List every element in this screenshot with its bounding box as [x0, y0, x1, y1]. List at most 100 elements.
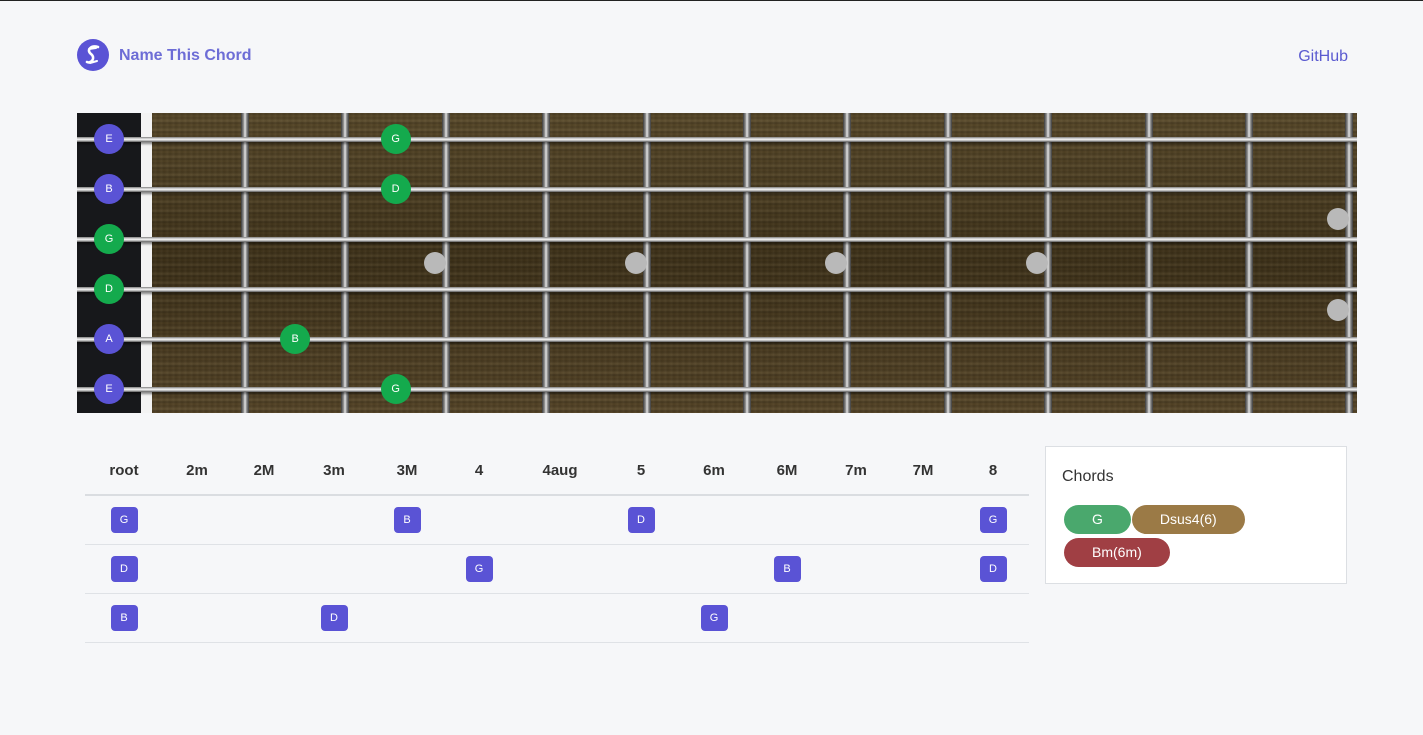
- interval-cell: [297, 495, 371, 545]
- guitar-string-1[interactable]: [77, 137, 1357, 142]
- interval-cell: [163, 593, 231, 643]
- interval-cell: [443, 593, 515, 643]
- interval-note-chip[interactable]: D: [320, 605, 348, 631]
- interval-note-chip[interactable]: B: [393, 507, 421, 533]
- interval-header: 4aug: [515, 447, 605, 496]
- interval-header: 4: [443, 447, 515, 496]
- interval-cell: [823, 593, 889, 643]
- interval-header: 5: [605, 447, 677, 496]
- open-string-note[interactable]: G: [94, 224, 124, 254]
- open-string-note[interactable]: B: [94, 174, 124, 204]
- fret-wire-4: [542, 113, 551, 413]
- interval-cell: [889, 544, 957, 594]
- interval-cell: [231, 495, 297, 545]
- interval-header: 3M: [371, 447, 443, 496]
- interval-cell: [371, 544, 443, 594]
- chords-panel: Chords G Dsus4(6) Bm(6m): [1045, 446, 1347, 584]
- fret-wire-2: [341, 113, 350, 413]
- open-string-note[interactable]: E: [94, 124, 124, 154]
- interval-cell: [677, 495, 751, 545]
- interval-row: DGBD: [85, 544, 1029, 594]
- interval-header: 6m: [677, 447, 751, 496]
- interval-header: 7M: [889, 447, 957, 496]
- interval-note-chip[interactable]: D: [979, 556, 1007, 582]
- brand-title[interactable]: Name This Chord: [119, 47, 251, 65]
- logo-icon[interactable]: [77, 39, 109, 71]
- fret-wire-1: [241, 113, 249, 413]
- interval-cell: G: [443, 544, 515, 594]
- interval-note-chip[interactable]: B: [110, 605, 138, 631]
- open-string-note[interactable]: D: [94, 274, 124, 304]
- interval-row: GBDG: [85, 495, 1029, 545]
- interval-cell: [957, 593, 1029, 643]
- interval-cell: G: [677, 593, 751, 643]
- interval-cell: G: [957, 495, 1029, 545]
- interval-cell: D: [85, 544, 163, 594]
- chord-pill[interactable]: G: [1064, 505, 1131, 534]
- github-link[interactable]: GitHub: [1298, 48, 1348, 66]
- open-string-note[interactable]: A: [94, 324, 124, 354]
- interval-note-chip[interactable]: D: [627, 507, 655, 533]
- chord-pill[interactable]: Dsus4(6): [1131, 505, 1245, 534]
- chords-title: Chords: [1062, 468, 1114, 485]
- open-string-note[interactable]: E: [94, 374, 124, 404]
- interval-cell: B: [751, 544, 823, 594]
- interval-cell: [515, 495, 605, 545]
- fretted-note[interactable]: D: [380, 174, 411, 204]
- fretted-note[interactable]: G: [380, 124, 411, 154]
- interval-cell: [751, 495, 823, 545]
- interval-row: BDG: [85, 593, 1029, 643]
- interval-cell: [163, 544, 231, 594]
- interval-cell: [371, 593, 443, 643]
- interval-cell: [605, 544, 677, 594]
- interval-cell: [297, 544, 371, 594]
- interval-header: 7m: [823, 447, 889, 496]
- interval-cell: [231, 593, 297, 643]
- interval-note-chip[interactable]: G: [110, 507, 138, 533]
- interval-cell: [751, 593, 823, 643]
- interval-cell: [823, 495, 889, 545]
- interval-cell: D: [605, 495, 677, 545]
- interval-cell: [163, 495, 231, 545]
- interval-cell: B: [85, 593, 163, 643]
- fret-wire-12: [1345, 113, 1354, 413]
- fret-wire-11: [1245, 113, 1253, 413]
- interval-cell: D: [297, 593, 371, 643]
- headstock: [77, 113, 141, 413]
- header: Name This Chord GitHub: [77, 39, 1348, 73]
- interval-cell: [231, 544, 297, 594]
- fret-wire-6: [743, 113, 751, 413]
- guitar-string-4[interactable]: [77, 287, 1357, 292]
- fret-wire-10: [1144, 113, 1153, 413]
- interval-header-row: root 2m 2M 3m 3M 4 4aug 5 6m 6M 7m 7M 8: [85, 447, 1029, 496]
- interval-cell: [677, 544, 751, 594]
- interval-header: 2M: [231, 447, 297, 496]
- guitar-string-3[interactable]: [77, 237, 1357, 242]
- fret-wire-8: [943, 113, 952, 413]
- interval-header: root: [85, 447, 163, 496]
- interval-cell: [605, 593, 677, 643]
- interval-note-chip[interactable]: G: [700, 605, 728, 631]
- interval-cell: [443, 495, 515, 545]
- guitar-string-5[interactable]: [77, 337, 1357, 342]
- interval-header: 6M: [751, 447, 823, 496]
- interval-note-chip[interactable]: G: [465, 556, 493, 582]
- guitar-string-6[interactable]: [77, 387, 1357, 392]
- guitar-fretboard[interactable]: EBGDAEGDBG: [77, 113, 1357, 413]
- interval-cell: [515, 544, 605, 594]
- interval-table: root 2m 2M 3m 3M 4 4aug 5 6m 6M 7m 7M 8 GBDGDGBDBDG: [85, 447, 1029, 643]
- chord-list: G Dsus4(6) Bm(6m): [1064, 505, 1334, 571]
- interval-cell: [889, 593, 957, 643]
- interval-cell: B: [371, 495, 443, 545]
- chord-pill[interactable]: Bm(6m): [1064, 538, 1170, 567]
- fretted-note[interactable]: G: [380, 374, 411, 404]
- guitar-string-2[interactable]: [77, 187, 1357, 192]
- interval-note-chip[interactable]: D: [110, 556, 138, 582]
- interval-note-chip[interactable]: G: [979, 507, 1007, 533]
- interval-header: 3m: [297, 447, 371, 496]
- interval-note-chip[interactable]: B: [773, 556, 801, 582]
- fretted-note[interactable]: B: [280, 324, 311, 354]
- interval-cell: D: [957, 544, 1029, 594]
- fret-inlay-5: [624, 252, 647, 274]
- interval-cell: [823, 544, 889, 594]
